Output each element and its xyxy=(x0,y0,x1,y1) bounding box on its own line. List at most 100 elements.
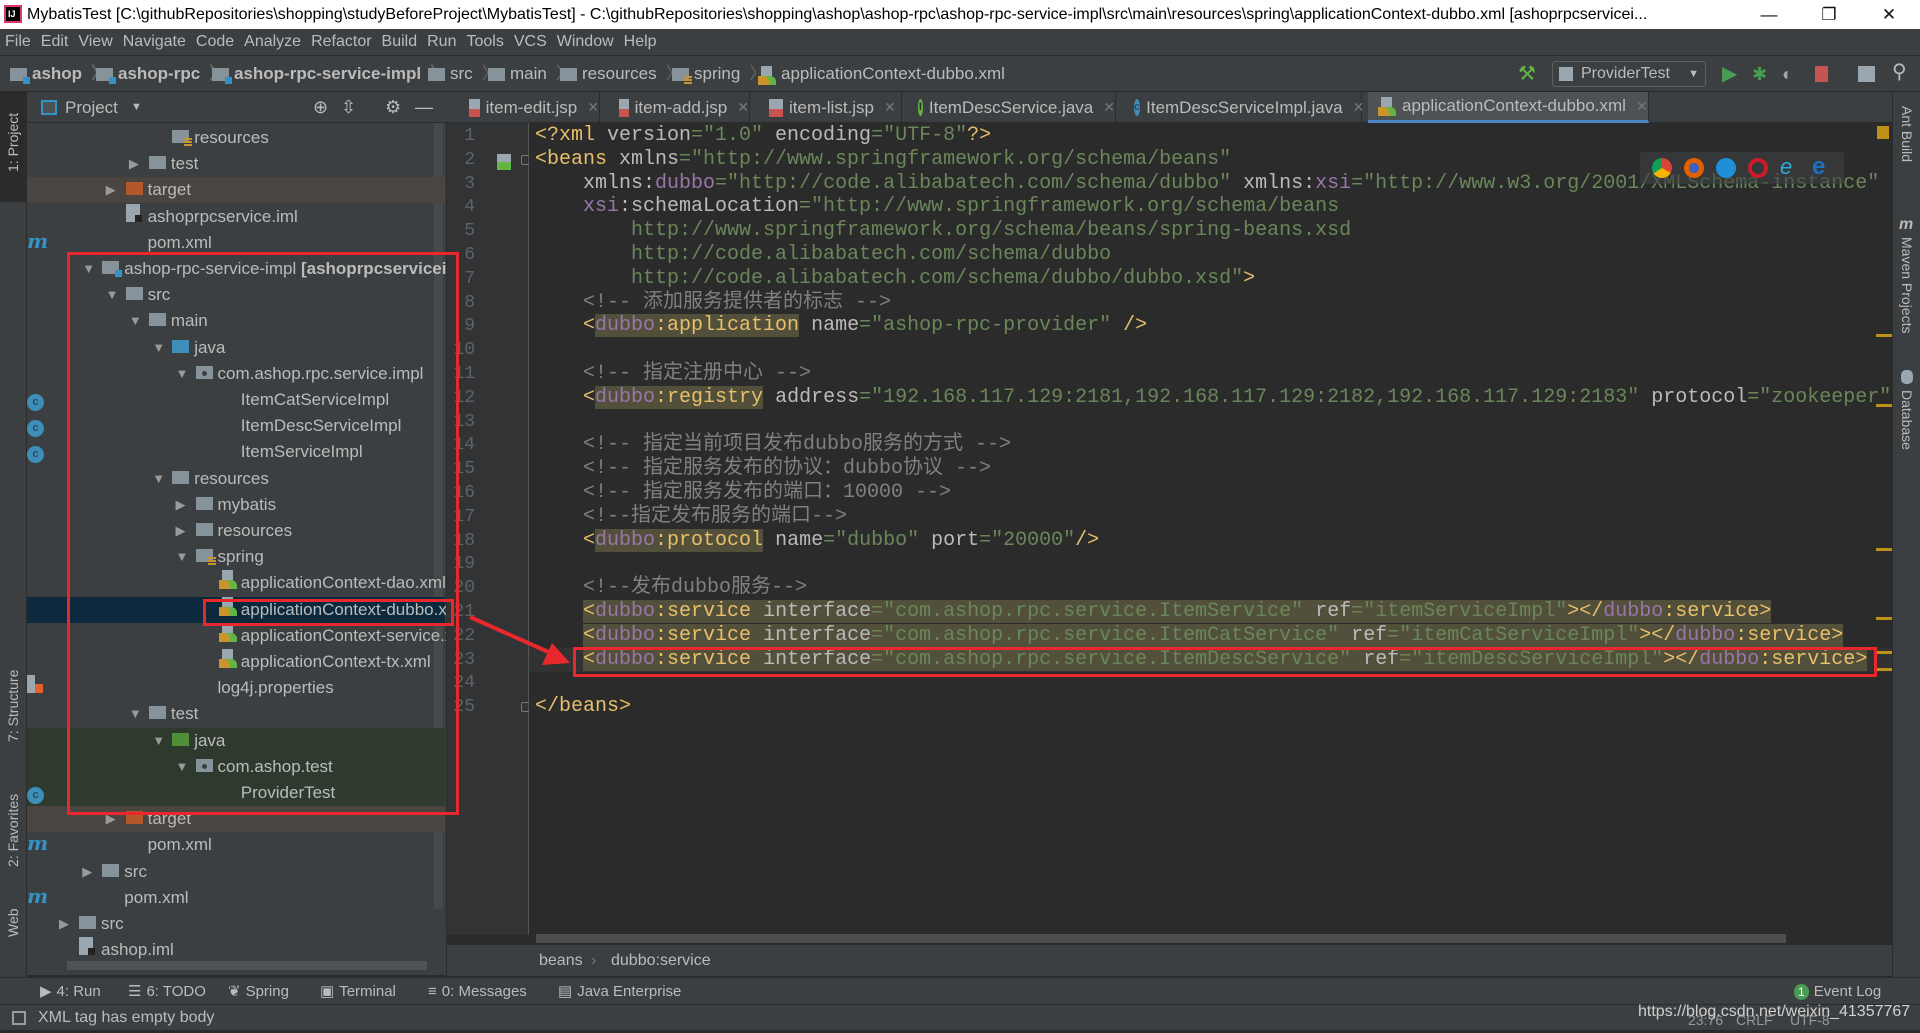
tree-item[interactable]: resources xyxy=(27,125,445,151)
safari-icon[interactable] xyxy=(1716,158,1736,178)
menu-file[interactable]: File xyxy=(0,29,36,55)
collapsed-arrow-icon[interactable]: ▶ xyxy=(82,859,92,885)
tree-item[interactable]: ▶ mybatis xyxy=(27,492,445,518)
favorites-tool-label[interactable]: 2: Favorites xyxy=(5,794,21,867)
scroll-marker[interactable] xyxy=(1876,651,1892,654)
nav-crumb-0[interactable]: ashop〉 xyxy=(10,56,108,92)
tree-item[interactable]: log4j.properties xyxy=(27,675,445,701)
nav-crumb-1[interactable]: ashop-rpc〉 xyxy=(96,56,226,92)
expanded-arrow-icon[interactable]: ▼ xyxy=(129,701,142,727)
inspection-status-icon[interactable] xyxy=(1877,126,1889,139)
menu-navigate[interactable]: Navigate xyxy=(118,29,191,55)
breadcrumb-dubbo-service[interactable]: dubbo:service xyxy=(611,945,711,977)
nav-crumb-2[interactable]: ashop-rpc-service-impl〉 xyxy=(212,56,447,92)
tree-item[interactable]: ▼ src xyxy=(27,282,445,308)
code-line[interactable]: <dubbo:service interface="com.ashop.rpc.… xyxy=(529,647,1892,672)
collapsed-arrow-icon[interactable]: ▶ xyxy=(59,911,69,937)
edge-icon[interactable]: e xyxy=(1812,155,1832,179)
chrome-icon[interactable] xyxy=(1652,158,1672,178)
tree-item[interactable]: ▼ main xyxy=(27,308,445,334)
tab-item-add-jsp[interactable]: item-add.jsp ✕ xyxy=(609,92,750,123)
scroll-marker[interactable] xyxy=(1876,617,1892,620)
code-line[interactable]: <!--发布dubbo服务--> xyxy=(529,576,1892,600)
tree-item[interactable]: applicationContext-dubbo.xml xyxy=(27,596,446,623)
menu-tools[interactable]: Tools xyxy=(461,29,508,55)
scroll-marker[interactable] xyxy=(1876,334,1892,337)
tree-item[interactable]: ashop.iml xyxy=(27,937,445,963)
tree-item[interactable]: ▼ ashop-rpc-service-impl [ashoprpcservice… xyxy=(27,256,446,282)
tree-item[interactable]: c ItemCatServiceImpl xyxy=(27,387,445,413)
collapsed-arrow-icon[interactable]: ▶ xyxy=(176,492,186,518)
menu-run[interactable]: Run xyxy=(422,29,461,55)
chevron-down-icon[interactable]: ▼ xyxy=(131,92,142,123)
tree-item[interactable]: c ItemDescServiceImpl xyxy=(27,413,445,439)
menu-help[interactable]: Help xyxy=(619,29,662,55)
build-hammer-icon[interactable]: ⚒ xyxy=(1518,64,1538,84)
expanded-arrow-icon[interactable]: ▼ xyxy=(152,466,165,492)
collapsed-arrow-icon[interactable]: ▶ xyxy=(129,151,139,177)
gear-icon[interactable]: ⚙ xyxy=(385,92,401,123)
locate-icon[interactable]: ⊕ xyxy=(313,92,328,123)
messages-tool-button[interactable]: ≡ 0: Messages xyxy=(428,978,527,1005)
expanded-arrow-icon[interactable]: ▼ xyxy=(82,256,95,282)
coverage-icon[interactable]: ◐ xyxy=(1782,64,1793,84)
collapsed-arrow-icon[interactable]: ▶ xyxy=(106,177,116,203)
code-line[interactable]: <!-- 指定服务发布的协议：dubbo协议 --> xyxy=(529,457,1892,481)
expanded-arrow-icon[interactable]: ▼ xyxy=(152,335,165,361)
code-line[interactable]: <!-- 添加服务提供者的标志 --> xyxy=(529,291,1892,315)
breadcrumb-beans[interactable]: beans xyxy=(539,945,583,977)
close-tab-icon[interactable]: ✕ xyxy=(587,99,599,116)
tab-applicationcontext-dubbo-xml[interactable]: applicationContext-dubbo.xml ✕ xyxy=(1368,92,1649,123)
run-config-dropdown[interactable]: ProviderTest ▼ xyxy=(1552,61,1706,87)
code-line[interactable]: http://code.alibabatech.com/schema/dubbo xyxy=(529,243,1892,267)
menu-window[interactable]: Window xyxy=(552,29,619,55)
scroll-marker[interactable] xyxy=(1876,404,1892,407)
project-structure-icon[interactable] xyxy=(1858,66,1875,82)
collapsed-arrow-icon[interactable]: ▶ xyxy=(106,806,116,832)
code-line[interactable] xyxy=(529,410,1892,434)
debug-icon[interactable]: ✱ xyxy=(1752,64,1767,84)
code-line[interactable]: <?xml version="1.0" encoding="UTF-8"?> xyxy=(529,124,1892,148)
tree-item[interactable]: applicationContext-tx.xml xyxy=(27,649,445,675)
nav-crumb-6[interactable]: spring 〉 xyxy=(672,56,766,92)
expanded-arrow-icon[interactable]: ▼ xyxy=(129,308,142,334)
tree-item[interactable]: applicationContext-dao.xml xyxy=(27,570,446,596)
stop-icon[interactable] xyxy=(1815,66,1828,82)
menu-analyze[interactable]: Analyze xyxy=(239,29,306,55)
tree-item[interactable]: ▶ resources xyxy=(27,518,445,544)
tree-item[interactable]: ▼ resources xyxy=(27,466,445,492)
code-line[interactable]: <dubbo:registry address="192.168.117.129… xyxy=(529,385,1892,410)
tree-item[interactable]: ▼ com.ashop.rpc.service.impl xyxy=(27,361,445,387)
code-line[interactable]: <dubbo:protocol name="dubbo" port="20000… xyxy=(529,528,1892,553)
tree-item[interactable]: m pom.xml xyxy=(27,832,445,858)
spring-bean-gutter-icon[interactable] xyxy=(497,154,511,170)
scroll-marker[interactable] xyxy=(1876,668,1892,671)
code-line[interactable]: <!-- 指定注册中心 --> xyxy=(529,362,1892,386)
run-icon[interactable]: ▶ xyxy=(1722,64,1737,84)
tab-itemdescserviceimpl-java[interactable]: c ItemDescServiceImpl.java ✕ xyxy=(1124,92,1364,123)
code-line[interactable]: xsi:schemaLocation="http://www.springfra… xyxy=(529,195,1892,219)
expanded-arrow-icon[interactable]: ▼ xyxy=(176,544,189,570)
ant-build-tool-label[interactable]: Ant Build xyxy=(1899,106,1915,162)
tab-item-edit-jsp[interactable]: item-edit.jsp ✕ xyxy=(459,92,600,123)
minimize-button[interactable]: — xyxy=(1746,0,1792,29)
ie-icon[interactable]: e xyxy=(1780,156,1800,178)
terminal-tool-button[interactable]: ▣ Terminal xyxy=(320,978,396,1005)
tree-item[interactable]: m pom.xml xyxy=(27,230,445,256)
close-tab-icon[interactable]: ✕ xyxy=(1636,98,1648,115)
structure-tool-label[interactable]: 7: Structure xyxy=(5,670,21,742)
tree-item[interactable]: ▼ spring xyxy=(27,544,445,570)
code-line[interactable]: <!-- 指定服务发布的端口：10000 --> xyxy=(529,481,1892,505)
tree-item[interactable]: ▶ target xyxy=(27,177,445,204)
search-icon[interactable]: ⚲ xyxy=(1892,62,1907,82)
maven-projects-tool-label[interactable]: Maven Projects xyxy=(1899,237,1915,333)
web-tool-label[interactable]: Web xyxy=(5,908,21,937)
expanded-arrow-icon[interactable]: ▼ xyxy=(106,282,119,308)
tab-item-list-jsp[interactable]: item-list.jsp ✕ xyxy=(759,92,902,123)
toggle-tool-windows-icon[interactable] xyxy=(12,1011,26,1025)
expanded-arrow-icon[interactable]: ▼ xyxy=(176,361,189,387)
tree-item[interactable]: ▶ src xyxy=(27,911,445,937)
code-line[interactable]: <dubbo:service interface="com.ashop.rpc.… xyxy=(529,600,1892,624)
hide-icon[interactable]: — xyxy=(415,92,433,123)
menu-code[interactable]: Code xyxy=(191,29,239,55)
